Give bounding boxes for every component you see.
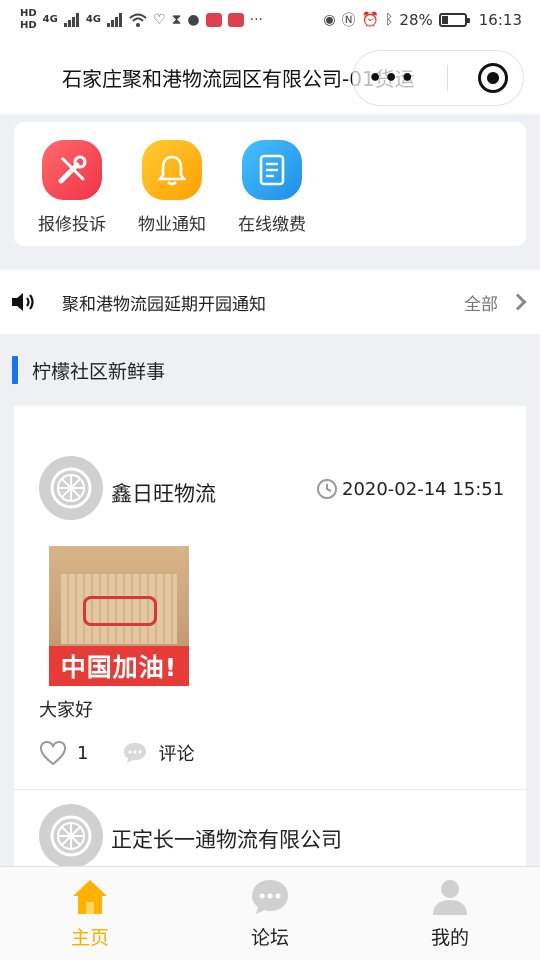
capsule-divider	[446, 65, 448, 91]
nfc-icon: Ⓝ	[341, 13, 356, 29]
wifi-icon	[129, 13, 147, 27]
comment-icon	[124, 743, 147, 763]
status-right: ◉ Ⓝ ⏰ ᛒ 28% 16:13	[323, 10, 522, 30]
battery-percent: 28%	[399, 11, 433, 29]
heart-icon[interactable]	[39, 740, 67, 766]
user-icon	[433, 880, 467, 915]
bottom-tab-bar: 主页 论坛 我的	[0, 866, 540, 960]
service-label: 报修投诉	[38, 215, 106, 235]
signal-icon	[107, 13, 123, 27]
comment-label: 评论	[158, 744, 195, 765]
section-accent-bar	[12, 356, 18, 384]
post-author[interactable]: 正定长一通物流有限公司	[111, 824, 342, 854]
welcome-sign-graphic	[83, 596, 157, 626]
section-header: 柠檬社区新鲜事	[12, 356, 165, 384]
close-miniprogram-button[interactable]	[477, 63, 508, 93]
hd-badge: HD	[20, 8, 37, 19]
service-property-notice[interactable]: 物业通知	[136, 122, 208, 246]
service-online-payment[interactable]: 在线缴费	[236, 122, 308, 246]
notice-text[interactable]: 聚和港物流园延期开园通知	[62, 290, 464, 315]
status-bar: HD HD 4G 4G ♡ ⧗ ● ··· ◉ Ⓝ ⏰ ᛒ 28% 16:13	[0, 0, 540, 40]
more-options-button[interactable]: •••	[368, 66, 416, 91]
nav-bar: 石家庄聚和港物流园区有限公司-01货运 •••	[0, 40, 540, 114]
service-repair-complaint[interactable]: 报修投诉	[36, 122, 108, 246]
network-label: 4G	[42, 14, 58, 25]
chat-bubble-icon	[252, 880, 288, 914]
service-label: 物业通知	[138, 215, 206, 235]
like-count: 1	[77, 742, 89, 764]
target-icon	[486, 72, 499, 84]
image-banner: 中国加油!	[49, 646, 189, 686]
network-label: 4G	[85, 14, 102, 25]
community-feed: 鑫日旺物流 2020-02-14 15:51 中国加油! 大家好 1 评论 正定…	[14, 406, 526, 866]
tab-label: 我的	[430, 927, 469, 949]
heart-rate-icon: ♡	[153, 12, 166, 28]
notice-bar[interactable]: 聚和港物流园延期开园通知 全部	[0, 270, 540, 334]
section-title: 柠檬社区新鲜事	[32, 360, 166, 383]
notice-all-link[interactable]: 全部	[464, 290, 498, 315]
post-actions: 1 评论	[39, 740, 194, 766]
more-notifications-icon: ···	[249, 12, 263, 28]
app-notification-icon	[227, 13, 244, 27]
status-left: HD HD 4G 4G ♡ ⧗ ● ···	[20, 9, 263, 31]
bluetooth-icon: ᛒ	[385, 12, 394, 28]
post-timestamp: 2020-02-14 15:51	[316, 478, 504, 500]
battery-icon	[438, 13, 470, 27]
quick-services-card: 报修投诉 物业通知 在线缴费	[14, 122, 526, 246]
tab-home[interactable]: 主页	[30, 867, 150, 950]
tools-icon	[42, 140, 102, 200]
service-label: 在线缴费	[238, 215, 306, 235]
miniprogram-capsule: •••	[352, 50, 524, 106]
post-image[interactable]: 中国加油!	[49, 546, 189, 686]
avatar[interactable]	[39, 456, 103, 520]
bill-icon	[242, 140, 302, 200]
avatar[interactable]	[39, 804, 103, 866]
alarm-icon: ⏰	[361, 12, 380, 28]
feed-post[interactable]: 正定长一通物流有限公司	[14, 790, 526, 866]
post-text: 大家好	[39, 700, 93, 721]
app-notification-icon	[205, 13, 222, 27]
tab-label: 论坛	[250, 927, 289, 949]
lemon-logo-icon	[50, 467, 92, 509]
eye-icon: ◉	[323, 12, 336, 28]
hd-badge: HD	[20, 20, 37, 31]
speaker-icon	[12, 293, 34, 311]
lemon-logo-icon	[50, 815, 92, 857]
qq-icon: ●	[187, 12, 200, 28]
tab-forum[interactable]: 论坛	[210, 867, 330, 950]
home-icon	[73, 880, 107, 914]
post-author[interactable]: 鑫日旺物流	[111, 478, 216, 508]
hd-badges: HD HD	[20, 9, 37, 31]
clock: 16:13	[478, 11, 522, 29]
chevron-right-icon[interactable]	[509, 293, 527, 311]
tab-label: 主页	[70, 927, 109, 949]
post-time: 2020-02-14 15:51	[342, 478, 505, 500]
bell-icon	[142, 140, 202, 200]
signal-icon	[63, 13, 79, 27]
clock-icon	[317, 479, 337, 499]
feed-post[interactable]: 鑫日旺物流 2020-02-14 15:51 中国加油! 大家好 1 评论	[14, 406, 526, 790]
hourglass-icon: ⧗	[171, 12, 182, 28]
comment-button[interactable]: 评论	[122, 740, 194, 766]
tab-profile[interactable]: 我的	[390, 867, 510, 950]
